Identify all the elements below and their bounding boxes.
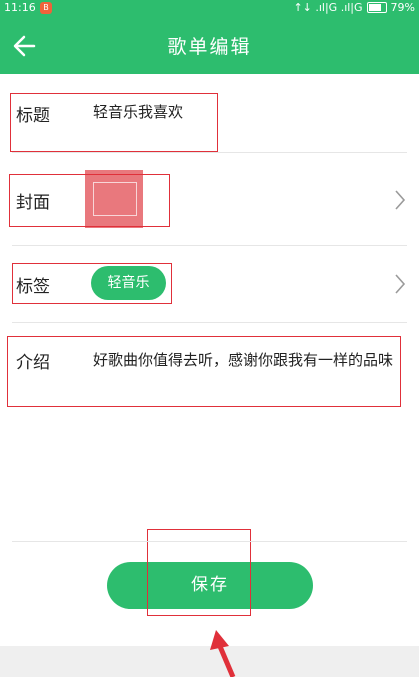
status-indicators: ↑↓ .ıl|G .ıl|G 79% xyxy=(293,1,415,14)
cover-thumbnail[interactable] xyxy=(85,170,143,228)
app-bar: 歌单编辑 xyxy=(0,17,419,74)
battery-level: 79% xyxy=(390,1,415,14)
intro-label: 介绍 xyxy=(16,353,50,373)
status-bar: 11:16 B ↑↓ .ıl|G .ıl|G 79% xyxy=(0,0,419,17)
divider xyxy=(12,245,407,246)
cover-label: 封面 xyxy=(16,193,50,213)
battery-icon xyxy=(366,2,387,13)
status-time: 11:16 xyxy=(4,1,36,14)
tag-chip[interactable]: 轻音乐 xyxy=(91,266,166,300)
title-value[interactable]: 轻音乐我喜欢 xyxy=(93,101,183,122)
save-button[interactable]: 保存 xyxy=(107,562,313,609)
notification-icon: B xyxy=(40,2,52,14)
intro-value[interactable]: 好歌曲你值得去听，感谢你跟我有一样的品味 xyxy=(93,345,398,376)
annotation-arrow-icon xyxy=(210,630,236,677)
tags-label: 标签 xyxy=(16,277,50,297)
chevron-right-icon xyxy=(395,190,406,210)
divider xyxy=(12,541,407,542)
page-title: 歌单编辑 xyxy=(167,36,252,58)
divider xyxy=(12,322,407,323)
chevron-right-icon xyxy=(395,274,406,294)
title-label: 标题 xyxy=(16,106,50,126)
divider xyxy=(12,152,407,153)
network-indicator: ↑↓ .ıl|G .ıl|G xyxy=(293,1,363,14)
